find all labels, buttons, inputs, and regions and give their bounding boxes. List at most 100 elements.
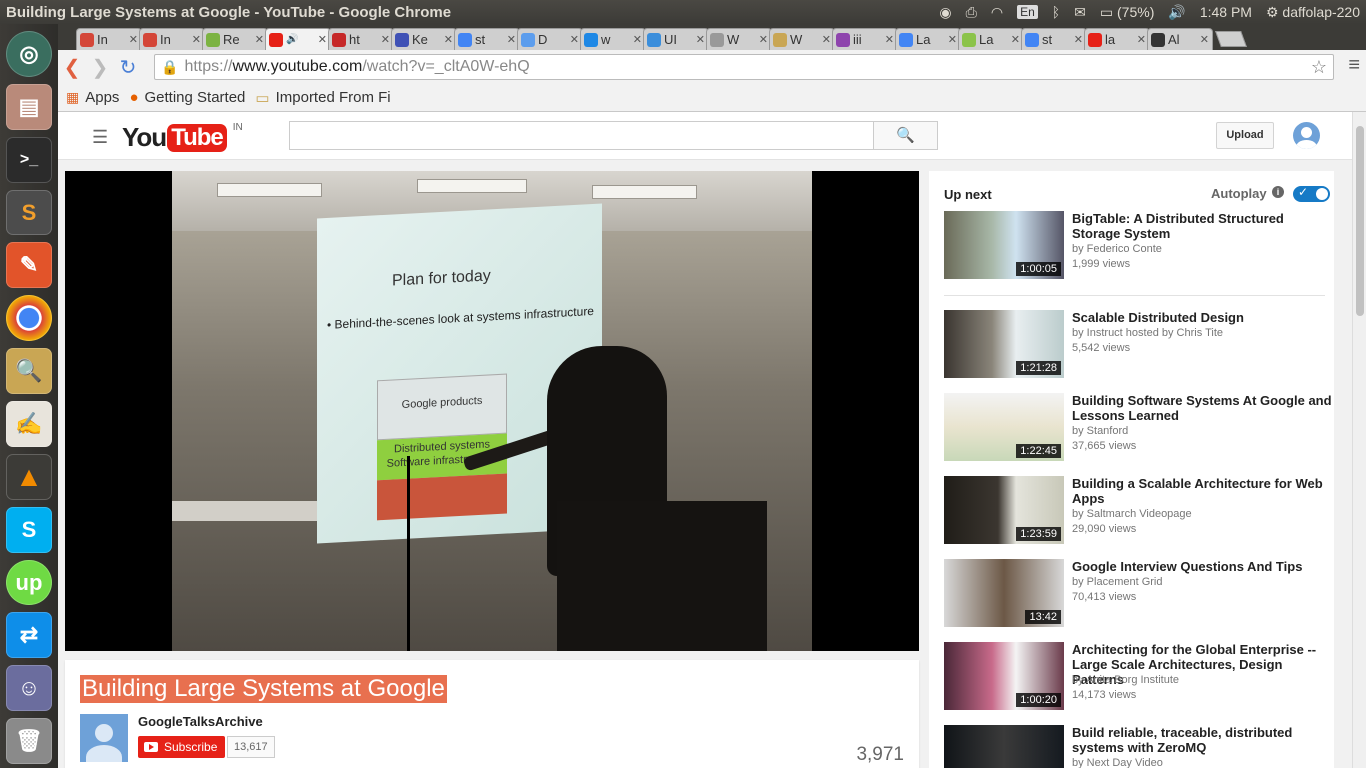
close-tab-icon[interactable]: ✕: [759, 33, 768, 46]
wifi-icon[interactable]: ◠: [991, 4, 1003, 21]
paint-icon[interactable]: ✎: [6, 242, 52, 289]
close-tab-icon[interactable]: ✕: [696, 33, 705, 46]
video-thumbnail[interactable]: 13:42: [944, 559, 1064, 627]
chrome-indicator-icon[interactable]: ◉: [939, 4, 951, 21]
vlc-icon[interactable]: ▲: [6, 453, 52, 500]
close-tab-icon[interactable]: ✕: [1137, 33, 1146, 46]
browser-tab[interactable]: Re ✕: [202, 28, 268, 50]
channel-avatar[interactable]: [80, 714, 128, 762]
browser-tab[interactable]: iii ✕: [832, 28, 898, 50]
browser-tab[interactable]: W ✕: [706, 28, 772, 50]
browser-tab[interactable]: st ✕: [1021, 28, 1087, 50]
search-input[interactable]: [289, 121, 874, 150]
upwork-icon[interactable]: up: [6, 559, 52, 606]
browser-tab[interactable]: La ✕: [895, 28, 961, 50]
upload-button[interactable]: Upload: [1216, 122, 1274, 149]
new-tab-button[interactable]: [1215, 31, 1247, 47]
video-thumbnail[interactable]: 1:21:28: [944, 310, 1064, 378]
video-thumbnail[interactable]: 1:23:59: [944, 476, 1064, 544]
browser-tab[interactable]: La ✕: [958, 28, 1024, 50]
ubuntu-dash-icon[interactable]: ◎: [6, 31, 52, 77]
related-video-title[interactable]: Building a Scalable Architecture for Web…: [1072, 476, 1334, 506]
video-thumbnail[interactable]: 1:00:20: [944, 642, 1064, 710]
close-tab-icon[interactable]: ✕: [129, 33, 138, 46]
close-tab-icon[interactable]: ✕: [1011, 33, 1020, 46]
youtube-logo[interactable]: You Tube IN: [122, 122, 243, 153]
browser-tab[interactable]: W ✕: [769, 28, 835, 50]
close-tab-icon[interactable]: ✕: [255, 33, 264, 46]
sublime-text-icon[interactable]: S: [6, 189, 52, 236]
volume-icon[interactable]: 🔊: [1168, 4, 1185, 21]
related-video-item[interactable]: 1:21:28 Scalable Distributed Design by Ins…: [944, 310, 1329, 380]
close-tab-icon[interactable]: ✕: [444, 33, 453, 46]
browser-tab[interactable]: w ✕: [580, 28, 646, 50]
related-video-title[interactable]: Scalable Distributed Design: [1072, 310, 1334, 325]
autoplay-toggle[interactable]: ✓: [1293, 185, 1330, 202]
browser-tab[interactable]: st ✕: [454, 28, 520, 50]
related-video-item[interactable]: 1:00:20 Architecting for the Global Enter…: [944, 642, 1329, 712]
scrollbar-thumb[interactable]: [1356, 126, 1364, 316]
related-video-title[interactable]: Building Software Systems At Google and …: [1072, 393, 1334, 423]
related-video-title[interactable]: Google Interview Questions And Tips: [1072, 559, 1334, 574]
related-video-item[interactable]: 1:22:45 Building Software Systems At Goog…: [944, 393, 1332, 463]
close-tab-icon[interactable]: ✕: [822, 33, 831, 46]
browser-tab[interactable]: 🔊 ✕: [265, 28, 331, 50]
close-tab-icon[interactable]: ✕: [948, 33, 957, 46]
files-icon[interactable]: ▤: [6, 83, 52, 130]
account-avatar[interactable]: [1293, 122, 1320, 149]
bookmark-imported-folder[interactable]: ▭ Imported From Fi: [255, 89, 390, 107]
bookmark-apps[interactable]: ▦ Apps: [66, 89, 119, 106]
chrome-icon[interactable]: [6, 295, 52, 342]
browser-tab[interactable]: la ✕: [1084, 28, 1150, 50]
mail-icon[interactable]: ✉: [1074, 4, 1086, 21]
chrome-menu-icon[interactable]: ≡: [1348, 54, 1360, 77]
close-tab-icon[interactable]: ✕: [1200, 33, 1209, 46]
related-video-title[interactable]: BigTable: A Distributed Structured Stora…: [1072, 211, 1334, 241]
printer-icon[interactable]: ⎙: [966, 4, 977, 21]
bookmark-star-icon[interactable]: ☆: [1311, 57, 1327, 78]
related-video-item[interactable]: Build reliable, traceable, distributed s…: [944, 725, 1329, 768]
back-icon[interactable]: ❮: [58, 55, 86, 80]
video-player[interactable]: Plan for today • Behind-the-scenes look …: [65, 171, 919, 651]
browser-tab[interactable]: D ✕: [517, 28, 583, 50]
skype-icon[interactable]: S: [6, 506, 52, 553]
user-menu[interactable]: ⚙ daffolap-220: [1266, 4, 1360, 21]
close-tab-icon[interactable]: ✕: [192, 33, 201, 46]
subscribe-button[interactable]: Subscribe: [138, 736, 226, 758]
address-bar[interactable]: 🔒 https:// www.youtube.com /watch?v=_clt…: [154, 54, 1334, 80]
browser-tab[interactable]: Al ✕: [1147, 28, 1213, 50]
browser-tab[interactable]: Ke ✕: [391, 28, 457, 50]
forward-icon[interactable]: ❯: [86, 55, 114, 80]
browser-tab[interactable]: ht ✕: [328, 28, 394, 50]
text-editor-icon[interactable]: ✍: [6, 401, 52, 447]
info-icon[interactable]: i: [1272, 186, 1284, 198]
battery-status[interactable]: ▭ (75%): [1100, 4, 1154, 21]
channel-name[interactable]: GoogleTalksArchive: [138, 714, 263, 729]
search-app-icon[interactable]: 🔍: [6, 348, 52, 395]
video-thumbnail[interactable]: [944, 725, 1064, 768]
close-tab-icon[interactable]: ✕: [318, 33, 327, 46]
browser-tab[interactable]: UI ✕: [643, 28, 709, 50]
video-thumbnail[interactable]: 1:22:45: [944, 393, 1064, 461]
close-tab-icon[interactable]: ✕: [507, 33, 516, 46]
close-tab-icon[interactable]: ✕: [633, 33, 642, 46]
bookmark-getting-started[interactable]: ● Getting Started: [129, 89, 245, 106]
related-video-item[interactable]: 1:00:05 BigTable: A Distributed Structure…: [944, 211, 1329, 281]
pidgin-icon[interactable]: ☺: [6, 665, 52, 712]
close-tab-icon[interactable]: ✕: [381, 33, 390, 46]
related-video-item[interactable]: 13:42 Google Interview Questions And Tips…: [944, 559, 1329, 629]
page-scrollbar[interactable]: [1352, 112, 1366, 768]
browser-tab[interactable]: In ✕: [76, 28, 142, 50]
close-tab-icon[interactable]: ✕: [1074, 33, 1083, 46]
terminal-icon[interactable]: >_: [6, 136, 52, 183]
secure-lock-icon[interactable]: 🔒: [161, 59, 178, 76]
clock[interactable]: 1:48 PM: [1200, 4, 1252, 20]
keyboard-layout[interactable]: En: [1017, 5, 1038, 19]
teamviewer-icon[interactable]: ⇄: [6, 612, 52, 659]
close-tab-icon[interactable]: ✕: [885, 33, 894, 46]
trash-icon[interactable]: 🗑: [6, 718, 52, 765]
guide-menu-icon[interactable]: ☰: [92, 127, 108, 148]
reload-icon[interactable]: ↻: [114, 55, 142, 80]
bluetooth-icon[interactable]: ᛒ: [1052, 4, 1060, 20]
browser-tab[interactable]: In ✕: [139, 28, 205, 50]
